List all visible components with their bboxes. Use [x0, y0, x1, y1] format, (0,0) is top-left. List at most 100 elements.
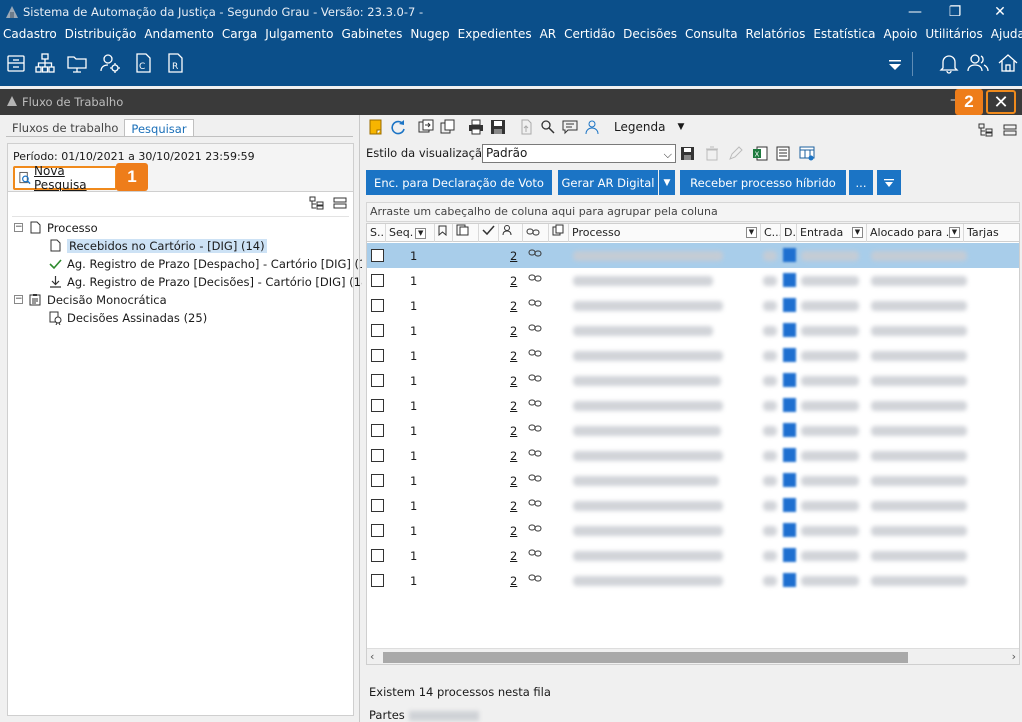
- row-link[interactable]: 2: [510, 499, 517, 513]
- menu-item-certidao[interactable]: Certidão: [564, 27, 615, 41]
- collapse-tree-icon[interactable]: [1003, 123, 1017, 137]
- col-header-people[interactable]: [499, 224, 523, 242]
- row-checkbox[interactable]: [371, 399, 384, 412]
- expand-tree-icon[interactable]: [309, 196, 325, 210]
- link-icon[interactable]: [528, 324, 542, 332]
- menu-item-utilitarios[interactable]: Utilitários: [925, 27, 982, 41]
- tree-node-recebidos[interactable]: Recebidos no Cartório - [DIG] (14): [48, 237, 267, 254]
- menu-item-cadastro[interactable]: Cadastro: [3, 27, 57, 41]
- row-checkbox[interactable]: [371, 349, 384, 362]
- link-icon[interactable]: [528, 249, 542, 257]
- table-row[interactable]: 12: [367, 568, 1019, 593]
- col-header-check[interactable]: [479, 224, 499, 242]
- upload-disabled-icon[interactable]: [518, 119, 534, 135]
- row-link[interactable]: 2: [510, 449, 517, 463]
- link-icon[interactable]: [528, 299, 542, 307]
- row-checkbox[interactable]: [371, 274, 384, 287]
- row-checkbox[interactable]: [371, 474, 384, 487]
- copy-icon[interactable]: [440, 119, 456, 135]
- link-icon[interactable]: [528, 349, 542, 357]
- note-icon[interactable]: [368, 119, 384, 135]
- menu-item-andamento[interactable]: Andamento: [144, 27, 214, 41]
- drawer-icon[interactable]: [5, 52, 27, 74]
- col-header-processo[interactable]: Processo ▼: [569, 224, 761, 242]
- org-chart-icon[interactable]: [34, 52, 56, 74]
- tree-node-decisoes-assinadas[interactable]: Decisões Assinadas (25): [48, 309, 207, 326]
- link-icon[interactable]: [528, 424, 542, 432]
- save-disk-icon[interactable]: [490, 119, 506, 135]
- view-style-select[interactable]: Padrão ⌵: [482, 144, 676, 163]
- table-row[interactable]: 12: [367, 468, 1019, 493]
- new-search-button[interactable]: Nova Pesquisa: [13, 164, 117, 192]
- table-row[interactable]: 12: [367, 518, 1019, 543]
- menu-item-distribuicao[interactable]: Distribuição: [65, 27, 137, 41]
- table-row[interactable]: 12: [367, 318, 1019, 343]
- close-app-button[interactable]: ✕: [980, 0, 1020, 24]
- row-checkbox[interactable]: [371, 549, 384, 562]
- collapse-icon[interactable]: −: [14, 223, 23, 232]
- row-link[interactable]: 2: [510, 324, 517, 338]
- refresh-icon[interactable]: [390, 119, 406, 135]
- user-settings-icon[interactable]: [99, 52, 121, 74]
- scrollbar-thumb[interactable]: [383, 652, 908, 663]
- tree-node-ag-despacho[interactable]: Ag. Registro de Prazo [Despacho] - Cartó…: [48, 255, 378, 272]
- row-link[interactable]: 2: [510, 274, 517, 288]
- table-row[interactable]: 12: [367, 443, 1019, 468]
- home-icon[interactable]: [997, 52, 1019, 74]
- move-icon[interactable]: [418, 119, 434, 135]
- filter-dropdown-icon[interactable]: ▼: [746, 227, 757, 238]
- row-link[interactable]: 2: [510, 249, 517, 263]
- users-icon[interactable]: [967, 52, 989, 74]
- col-header-docs[interactable]: [453, 224, 479, 242]
- menu-item-carga[interactable]: Carga: [222, 27, 257, 41]
- link-icon[interactable]: [528, 524, 542, 532]
- col-header-bookmark[interactable]: [435, 224, 453, 242]
- legend-menu[interactable]: Legenda: [614, 120, 665, 134]
- grid-layout-icon[interactable]: [799, 146, 815, 161]
- folder-network-icon[interactable]: [66, 52, 88, 74]
- close-window-button[interactable]: ✕: [986, 90, 1016, 114]
- tree-node-decisao-monocratica[interactable]: − Decisão Monocrática: [14, 291, 167, 308]
- gerar-ar-dropdown-button[interactable]: ▼: [659, 170, 675, 195]
- row-link[interactable]: 2: [510, 399, 517, 413]
- row-checkbox[interactable]: [371, 524, 384, 537]
- row-link[interactable]: 2: [510, 424, 517, 438]
- scroll-right-icon[interactable]: ›: [1012, 650, 1016, 663]
- row-link[interactable]: 2: [510, 549, 517, 563]
- row-link[interactable]: 2: [510, 374, 517, 388]
- table-row[interactable]: 12: [367, 543, 1019, 568]
- row-checkbox[interactable]: [371, 449, 384, 462]
- enc-declaracao-voto-button[interactable]: Enc. para Declaração de Voto: [366, 170, 552, 195]
- link-icon[interactable]: [528, 499, 542, 507]
- menu-item-gabinetes[interactable]: Gabinetes: [341, 27, 402, 41]
- col-header-d[interactable]: D...: [781, 224, 797, 242]
- expand-actions-button[interactable]: [877, 170, 901, 195]
- expand-tree-icon[interactable]: [978, 123, 994, 137]
- group-by-area[interactable]: Arraste um cabeçalho de coluna aqui para…: [366, 202, 1020, 222]
- col-header-copy[interactable]: [549, 224, 569, 242]
- filter-dropdown-icon[interactable]: ▼: [852, 227, 863, 238]
- row-checkbox[interactable]: [371, 499, 384, 512]
- menu-item-estatistica[interactable]: Estatística: [813, 27, 875, 41]
- scroll-left-icon[interactable]: ‹: [370, 650, 374, 663]
- table-row[interactable]: 12: [367, 268, 1019, 293]
- gerar-ar-digital-button[interactable]: Gerar AR Digital: [558, 170, 658, 195]
- comment-icon[interactable]: [562, 119, 578, 135]
- col-header-c[interactable]: C...: [761, 224, 781, 242]
- row-checkbox[interactable]: [371, 374, 384, 387]
- link-icon[interactable]: [528, 274, 542, 282]
- menu-item-consulta[interactable]: Consulta: [685, 27, 738, 41]
- receber-hibrido-button[interactable]: Receber processo híbrido: [680, 170, 846, 195]
- col-header-s[interactable]: S...: [367, 224, 386, 242]
- more-actions-button[interactable]: ...: [849, 170, 873, 195]
- row-link[interactable]: 2: [510, 574, 517, 588]
- delete-disabled-icon[interactable]: [705, 146, 719, 161]
- link-icon[interactable]: [528, 374, 542, 382]
- row-checkbox[interactable]: [371, 324, 384, 337]
- row-link[interactable]: 2: [510, 349, 517, 363]
- save-view-icon[interactable]: [680, 146, 695, 161]
- row-link[interactable]: 2: [510, 474, 517, 488]
- row-link[interactable]: 2: [510, 524, 517, 538]
- minimize-button[interactable]: —: [895, 0, 935, 24]
- tree-node-ag-decisoes[interactable]: Ag. Registro de Prazo [Decisões] - Cartó…: [48, 273, 373, 290]
